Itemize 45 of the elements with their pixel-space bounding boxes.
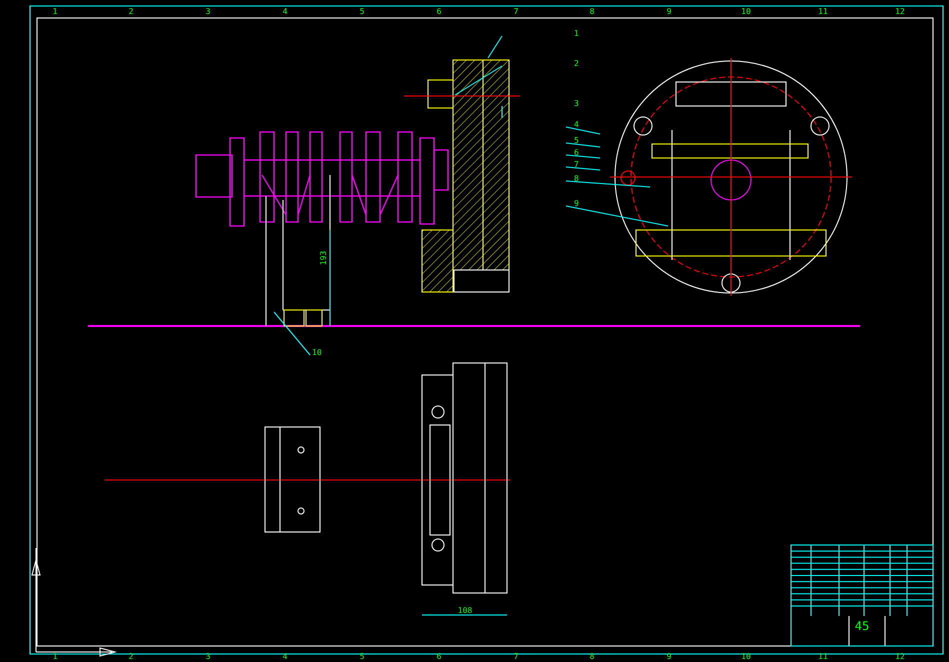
part-number: 9 [574,199,579,208]
column-number: 9 [666,652,672,661]
part-number: 1 [574,29,579,38]
column-number: 12 [895,7,905,16]
leader-line [488,36,502,58]
column-number: 8 [590,652,594,661]
column-number: 10 [741,7,751,16]
ucs-icon [31,548,117,657]
leader-line [566,154,600,158]
column-number: 4 [282,7,288,16]
column-number: 6 [436,7,442,16]
column-number: 6 [436,652,442,661]
part-number: 3 [574,99,579,108]
column-number: 7 [514,7,518,16]
scale-text: 45 [854,619,870,633]
dimension-text: 193 [319,250,328,266]
column-number: 9 [666,7,672,16]
column-number: 2 [128,652,134,661]
leader-line [454,66,502,96]
leader-line [566,142,600,148]
column-number: 1 [52,652,58,661]
part-number: 10 [312,348,322,357]
column-number: 4 [282,652,288,661]
column-number: 7 [514,652,518,661]
column-number: 2 [128,7,134,16]
leader-line [566,166,600,170]
part-number: 2 [574,59,579,68]
column-number: 5 [360,652,364,661]
dimension-text: 108 [458,606,472,615]
column-number: 5 [360,7,364,16]
column-number: 11 [818,7,828,16]
column-number: 12 [895,652,905,661]
leader-line [274,312,310,356]
part-number: 8 [574,174,579,183]
column-number: 3 [206,652,210,661]
part-number: 6 [574,148,579,157]
part-number: 4 [574,120,579,129]
column-number: 3 [206,7,210,16]
column-number: 10 [741,652,751,661]
leader-line [566,126,600,134]
column-number: 11 [818,652,828,661]
part-number: 7 [574,160,579,169]
column-number: 1 [52,7,58,16]
column-number: 8 [590,7,594,16]
part-number: 5 [574,136,579,145]
